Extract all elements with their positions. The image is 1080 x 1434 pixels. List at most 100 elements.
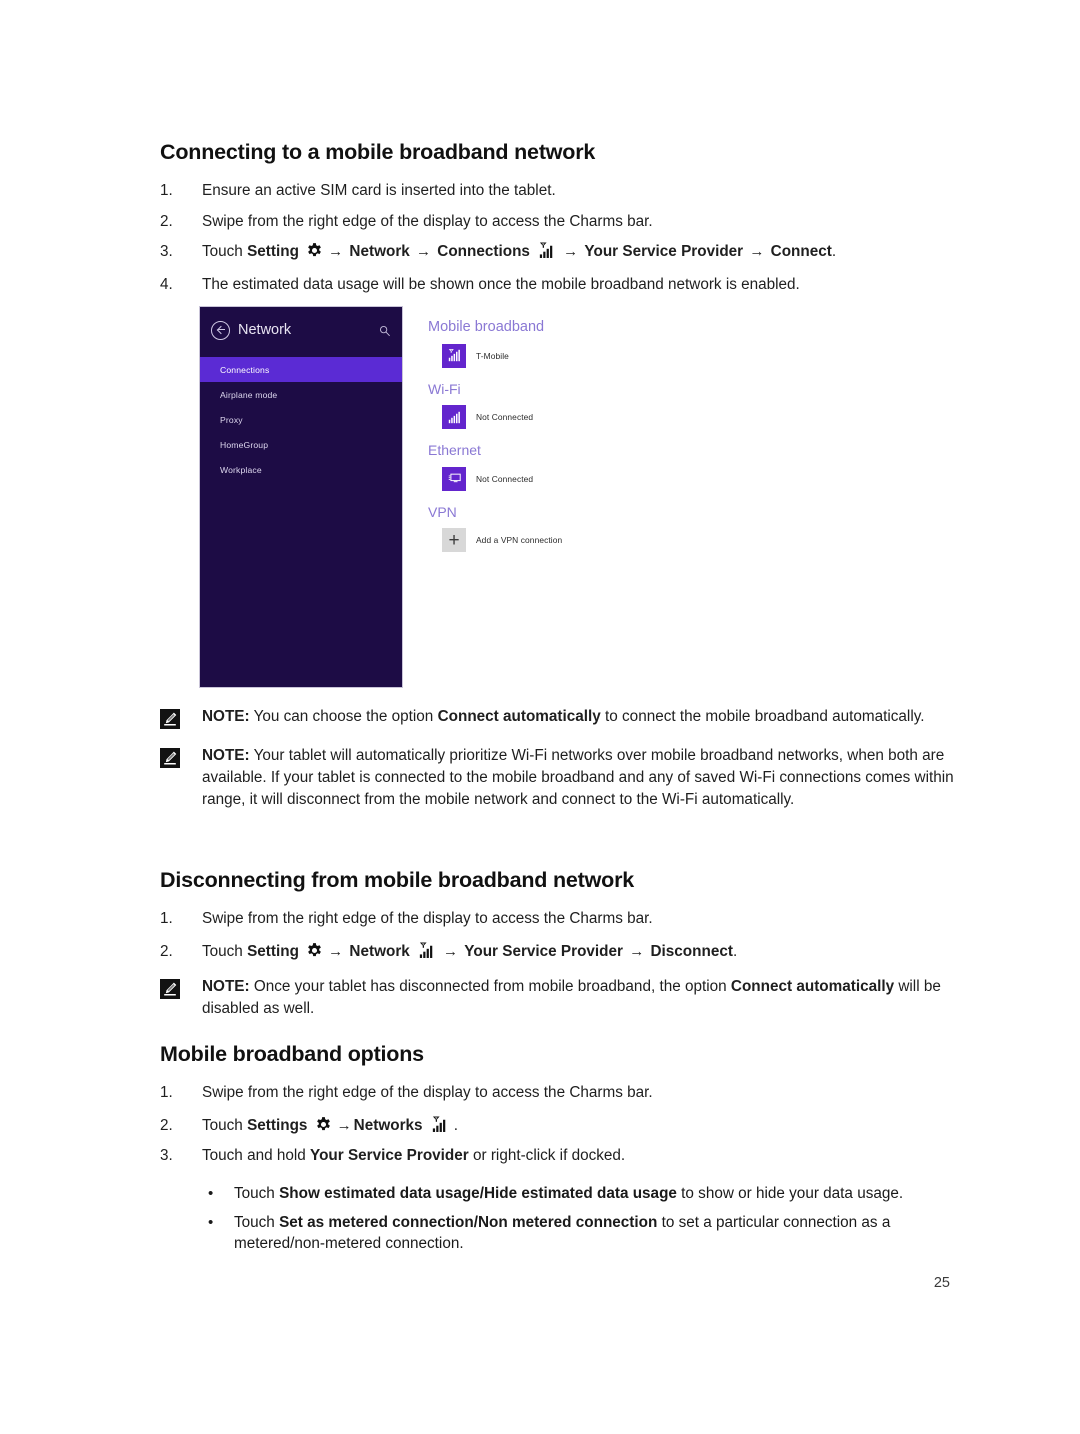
sidebar-item-connections[interactable]: Connections xyxy=(200,357,402,382)
arrow-glyph: → xyxy=(328,942,344,960)
network-item-label: Not Connected xyxy=(476,473,534,484)
step-item: 2. Touch Setting → Network → Your Servic xyxy=(160,941,960,963)
network-item-tmobile[interactable]: T-Mobile xyxy=(442,343,703,368)
bullet-item: • Touch Show estimated data usage/Hide e… xyxy=(160,1183,960,1205)
arrow-glyph: → xyxy=(629,942,645,960)
plus-glyph: + xyxy=(448,529,460,551)
search-icon[interactable] xyxy=(379,324,391,337)
ethernet-monitor-icon xyxy=(442,466,466,491)
step-number: 1. xyxy=(160,909,173,927)
network-item-wifi[interactable]: Not Connected xyxy=(442,405,703,430)
note-text: NOTE: Your tablet will automatically pri… xyxy=(202,745,960,811)
step-item: 1. Swipe from the right edge of the disp… xyxy=(160,1082,960,1104)
sidebar-item-proxy[interactable]: Proxy xyxy=(200,407,402,432)
note-bold: Connect automatically xyxy=(437,708,601,725)
sidebar-item-label: Proxy xyxy=(220,414,243,425)
arrow-glyph: → xyxy=(443,942,459,960)
step-text: Swipe from the right edge of the display… xyxy=(202,1083,653,1101)
bold-networks: Networks xyxy=(353,1116,423,1134)
bullet-text: Touch Show estimated data usage/Hide est… xyxy=(234,1183,960,1205)
bullet-glyph: • xyxy=(208,1184,214,1202)
period: . xyxy=(831,243,837,261)
note-text: NOTE: Once your tablet has disconnected … xyxy=(202,976,960,1020)
flyout-title: Network xyxy=(238,322,292,338)
step-text-rich: Touch Setting → Network → Your Service P… xyxy=(202,941,960,963)
step-number: 1. xyxy=(160,181,173,199)
step-item: 4. The estimated data usage will be show… xyxy=(160,274,960,296)
step-lead: Touch xyxy=(202,243,248,261)
sidebar-item-workplace[interactable]: Workplace xyxy=(200,457,402,482)
note-text: NOTE: You can choose the option Connect … xyxy=(202,706,960,728)
bold-setting: Setting xyxy=(247,942,299,960)
note-disconnected: NOTE: Once your tablet has disconnected … xyxy=(160,976,960,1020)
note-tail: to connect the mobile broadband automati… xyxy=(600,708,925,725)
back-arrow-icon[interactable] xyxy=(211,320,230,340)
bold-settings: Settings xyxy=(247,1116,308,1134)
step-number: 2. xyxy=(160,1116,173,1134)
gear-icon xyxy=(315,1116,332,1133)
sidebar-item-homegroup[interactable]: HomeGroup xyxy=(200,432,402,457)
mobile-signal-icon xyxy=(442,343,466,368)
document-page: Connecting to a mobile broadband network… xyxy=(0,0,1080,1434)
step-item: 2. Touch Settings → Networks . xyxy=(160,1115,960,1137)
section-options: Mobile broadband options 1. Swipe from t… xyxy=(160,1042,960,1262)
step-number: 2. xyxy=(160,212,173,230)
bullet-bold: Show estimated data usage/Hide estimated… xyxy=(279,1184,677,1202)
step-item: 1. Ensure an active SIM card is inserted… xyxy=(160,180,960,202)
bold-service-provider: Your Service Provider xyxy=(310,1147,469,1165)
note-wifi-priority: NOTE: Your tablet will automatically pri… xyxy=(160,745,960,811)
note-label: NOTE: xyxy=(202,978,250,996)
step-text: The estimated data usage will be shown o… xyxy=(202,275,800,293)
step-item: 1. Swipe from the right edge of the disp… xyxy=(160,908,960,930)
step-text: Swipe from the right edge of the display… xyxy=(202,212,653,230)
bold-setting: Setting xyxy=(247,243,299,261)
bullet-lead: Touch xyxy=(234,1213,280,1231)
bullet-bold: Set as metered connection/Non metered co… xyxy=(279,1213,658,1231)
plus-icon: + xyxy=(442,528,466,553)
network-item-ethernet[interactable]: Not Connected xyxy=(442,466,703,491)
step-lead: Touch xyxy=(202,1116,248,1134)
sidebar-item-label: Connections xyxy=(220,364,270,375)
period: . xyxy=(453,1116,459,1134)
sidebar-item-label: HomeGroup xyxy=(220,439,269,450)
section-disconnecting: Disconnecting from mobile broadband netw… xyxy=(160,868,960,1036)
sidebar-item-label: Airplane mode xyxy=(220,389,278,400)
sidebar-item-airplane-mode[interactable]: Airplane mode xyxy=(200,382,402,407)
bold-connections: Connections xyxy=(437,243,530,261)
step-number: 1. xyxy=(160,1083,173,1101)
note-pencil-icon xyxy=(160,979,180,1000)
arrow-glyph: → xyxy=(563,243,579,261)
network-item-add-vpn[interactable]: + Add a VPN connection xyxy=(442,528,703,553)
note-connect-automatically: NOTE: You can choose the option Connect … xyxy=(160,706,960,729)
step-text: Swipe from the right edge of the display… xyxy=(202,909,653,927)
step-text-rich: Touch Settings → Networks . xyxy=(202,1115,960,1137)
note-lead: Once your tablet has disconnected from m… xyxy=(249,978,731,996)
group-heading-wifi: Wi-Fi xyxy=(428,380,461,397)
step-text-rich: Touch and hold Your Service Provider or … xyxy=(202,1145,960,1167)
notes-block-1: NOTE: You can choose the option Connect … xyxy=(160,706,960,827)
bold-connect: Connect xyxy=(770,243,832,261)
bullet-tail: to show or hide your data usage. xyxy=(676,1184,904,1202)
step-lead: Touch and hold xyxy=(202,1147,311,1165)
step-number: 3. xyxy=(160,1147,173,1165)
network-item-label: Add a VPN connection xyxy=(476,535,563,546)
group-heading-vpn: VPN xyxy=(428,503,457,520)
wifi-signal-icon xyxy=(442,405,466,430)
bullet-glyph: • xyxy=(208,1213,214,1231)
gear-icon xyxy=(306,242,323,259)
bold-network: Network xyxy=(349,243,410,261)
step-number: 4. xyxy=(160,275,173,293)
step-text: Ensure an active SIM card is inserted in… xyxy=(202,181,556,199)
bold-network: Network xyxy=(349,942,410,960)
step-item: 2. Swipe from the right edge of the disp… xyxy=(160,211,960,233)
bullet-text: Touch Set as metered connection/Non mete… xyxy=(234,1212,960,1255)
period: . xyxy=(732,942,738,960)
step-tail: or right-click if docked. xyxy=(468,1147,626,1165)
network-connections-pane: Mobile broadband T-Mobile Wi-Fi Not Conn… xyxy=(403,306,703,688)
step-item: 3. Touch Setting → Network → Connections xyxy=(160,241,960,263)
network-item-label: T-Mobile xyxy=(476,350,509,361)
note-label: NOTE: xyxy=(202,708,250,725)
note-lead: Your tablet will automatically prioritiz… xyxy=(202,747,954,809)
bullet-lead: Touch xyxy=(234,1184,280,1202)
step-number: 2. xyxy=(160,942,173,960)
